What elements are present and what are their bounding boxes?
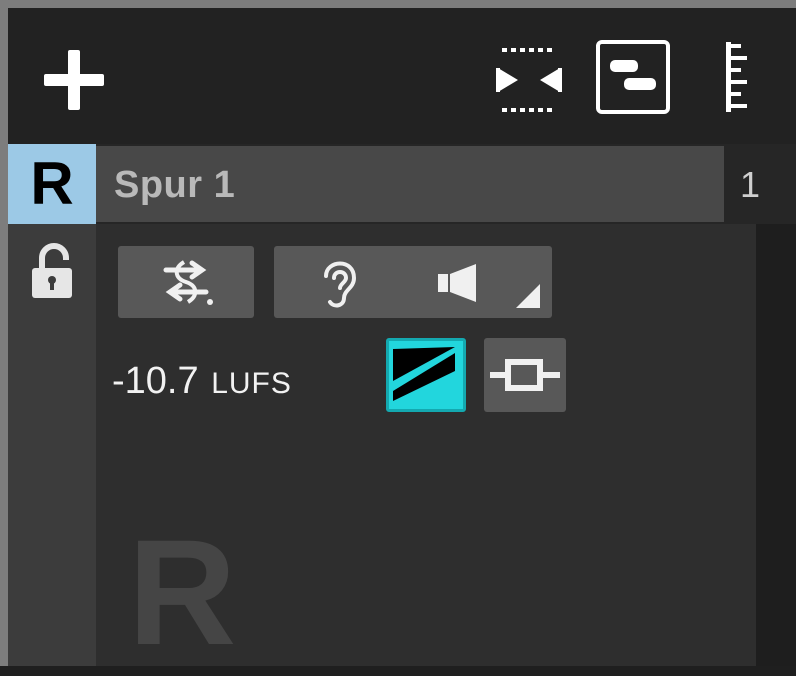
zoom-fit-button[interactable] xyxy=(486,44,566,116)
unlocked-padlock-icon[interactable] xyxy=(30,242,80,302)
insert-button[interactable] xyxy=(484,338,566,412)
track-number: 1 xyxy=(740,164,761,205)
insert-icon xyxy=(490,359,560,391)
loudness-value: -10.7 xyxy=(112,360,199,402)
plus-icon xyxy=(44,50,104,110)
speaker-icon[interactable] xyxy=(436,262,482,304)
fx-ramp-icon xyxy=(393,347,455,401)
track-watermark: R xyxy=(128,508,237,676)
ear-icon[interactable] xyxy=(318,256,362,310)
loudness-unit: LUFS xyxy=(211,367,292,400)
toolbar xyxy=(8,8,796,144)
routing-button[interactable] xyxy=(118,246,254,318)
monitoring-group xyxy=(274,246,552,318)
loudness-readout: -10.7 LUFS xyxy=(112,356,292,406)
overview-icon xyxy=(596,40,670,114)
timeline-edge xyxy=(756,224,796,666)
track-name: Spur 1 xyxy=(114,164,236,206)
fx-toggle-button[interactable] xyxy=(386,338,466,412)
routing-icon xyxy=(163,260,213,305)
overview-button[interactable] xyxy=(594,38,672,116)
add-track-button[interactable] xyxy=(42,48,106,112)
dropdown-triangle-icon[interactable] xyxy=(512,280,544,312)
ruler-button[interactable] xyxy=(722,38,758,116)
ruler-icon xyxy=(726,42,747,112)
record-arm-button[interactable]: R xyxy=(8,144,96,224)
zoom-fit-icon xyxy=(496,48,562,112)
